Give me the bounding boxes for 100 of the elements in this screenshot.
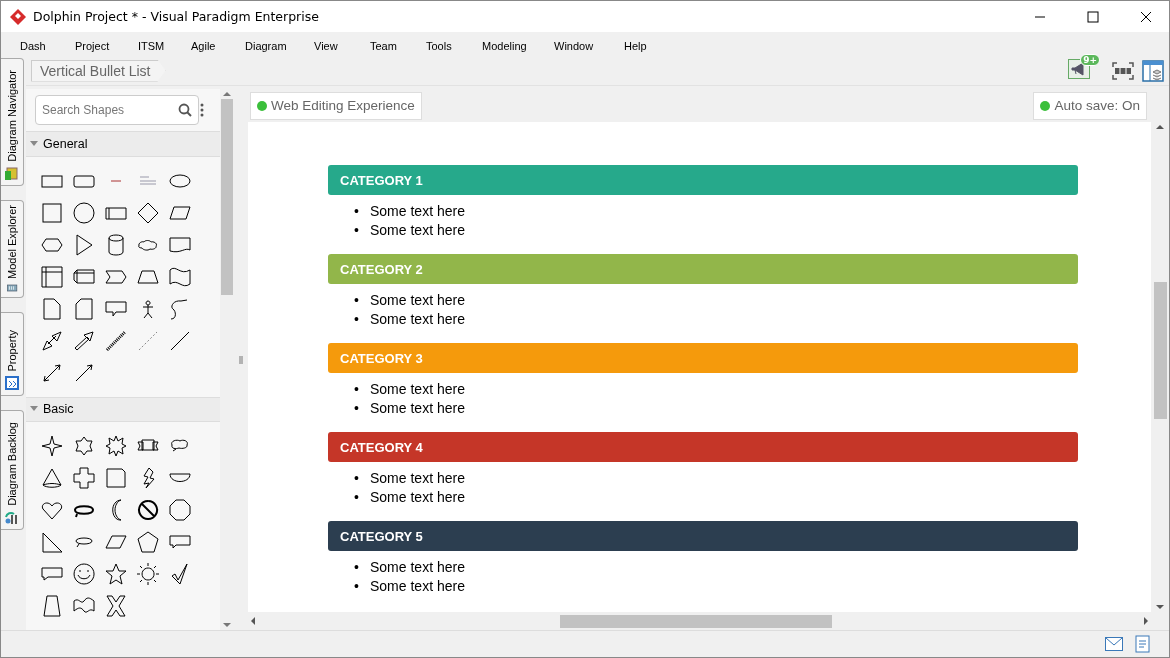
menu-item[interactable]: Project xyxy=(75,39,110,52)
cross-icon xyxy=(72,466,96,490)
scroll-down-icon xyxy=(1156,602,1164,612)
category-header: CATEGORY 1 xyxy=(328,165,1078,195)
backlog-icon xyxy=(4,510,20,525)
bullet-marker: • xyxy=(354,558,360,577)
sun-icon xyxy=(136,562,160,586)
octagon-icon xyxy=(168,498,192,522)
auto-save-label: Auto save: On xyxy=(1054,98,1140,113)
bullet-marker: • xyxy=(354,221,360,240)
bullet-marker: • xyxy=(354,291,360,310)
category-header: CATEGORY 4 xyxy=(328,432,1078,462)
page-icon xyxy=(40,296,64,321)
search-icon xyxy=(178,103,192,117)
bullet-text: Some text here xyxy=(370,380,465,399)
menu-item[interactable]: Window xyxy=(554,39,594,52)
thick-line-icon xyxy=(104,328,128,353)
app-logo-icon xyxy=(10,8,26,25)
smiley-icon xyxy=(72,562,96,586)
section-title: General xyxy=(43,136,88,151)
category-header: CATEGORY 5 xyxy=(328,521,1078,551)
table-icon xyxy=(40,264,64,289)
text-shape-icon xyxy=(111,179,121,182)
section-header[interactable]: Basic xyxy=(26,396,220,422)
scrollbar-thumb[interactable] xyxy=(560,614,832,628)
menu-item[interactable]: Dash xyxy=(20,39,46,52)
layers-panel-icon xyxy=(1142,59,1164,82)
side-tab[interactable]: Diagram Navigator xyxy=(1,58,24,186)
category-header: CATEGORY 2 xyxy=(328,254,1078,284)
menu-item[interactable]: View xyxy=(314,39,338,52)
crescent-icon xyxy=(110,499,122,521)
bullet-text: Some text here xyxy=(370,469,465,488)
menu-item[interactable]: Agile xyxy=(191,39,216,52)
menu-item[interactable]: Help xyxy=(624,39,647,52)
prohibited-icon xyxy=(136,498,160,522)
more-options-icon xyxy=(199,102,205,118)
explorer-icon xyxy=(4,283,20,293)
star-icon xyxy=(104,562,128,586)
menu-item[interactable]: Modeling xyxy=(482,39,527,52)
scrollbar-thumb[interactable] xyxy=(1153,282,1167,419)
navigator-icon xyxy=(4,166,20,181)
menu-item[interactable]: Diagram xyxy=(245,39,287,52)
bullet-marker: • xyxy=(354,202,360,221)
bullet-marker: • xyxy=(354,310,360,329)
envelope-icon xyxy=(1105,637,1123,651)
bullet-marker: • xyxy=(354,380,360,399)
side-tab[interactable]: Property xyxy=(1,312,24,396)
scroll-right-icon xyxy=(1141,617,1151,625)
bullet-text: Some text here xyxy=(370,202,465,221)
side-tab[interactable]: Model Explorer xyxy=(1,200,24,298)
collapse-caret-icon xyxy=(30,406,38,413)
circle-icon xyxy=(72,200,96,225)
hollow-arrow-icon xyxy=(72,328,96,353)
burst-icon xyxy=(104,434,128,458)
scrollbar-thumb[interactable] xyxy=(221,99,233,295)
category-header: CATEGORY 3 xyxy=(328,343,1078,373)
menu-item[interactable]: ITSM xyxy=(138,39,165,52)
web-editing-badge[interactable]: Web Editing Experience xyxy=(250,91,422,120)
square-icon xyxy=(40,200,64,225)
bullet-marker: • xyxy=(354,399,360,418)
bullet-text: Some text here xyxy=(370,488,465,507)
status-dot xyxy=(1040,100,1051,111)
status-dot xyxy=(257,100,267,111)
pentagon-icon xyxy=(136,530,160,554)
bullet-text: Some text here xyxy=(370,558,465,577)
notification-badge: 9+ xyxy=(1080,53,1100,66)
menu-item[interactable]: Team xyxy=(370,39,397,52)
diamond-icon xyxy=(136,200,160,225)
bullet-text: Some text here xyxy=(370,577,465,596)
card-shape-icon xyxy=(72,296,96,321)
property-icon xyxy=(4,376,20,391)
maximize-icon xyxy=(1087,10,1099,23)
double-arrow-icon xyxy=(40,328,64,353)
section-title: Basic xyxy=(43,402,74,417)
scroll-up-icon xyxy=(223,89,231,99)
scroll-up-icon xyxy=(1156,122,1164,132)
note-icon xyxy=(1135,635,1151,653)
bullet-marker: • xyxy=(354,577,360,596)
palette-scrollbar[interactable] xyxy=(220,89,234,630)
section-header[interactable]: General xyxy=(26,131,220,157)
splitter-grip-icon xyxy=(239,355,243,364)
bullet-text: Some text here xyxy=(370,221,465,240)
breadcrumb[interactable]: Vertical Bullet List xyxy=(31,59,166,82)
four-point-star-icon xyxy=(40,434,64,458)
cone-icon xyxy=(40,466,64,490)
right-triangle-icon xyxy=(40,530,64,554)
bullet-text: Some text here xyxy=(370,291,465,310)
web-editing-label: Web Editing Experience xyxy=(271,98,415,113)
auto-save-badge[interactable]: Auto save: On xyxy=(1033,91,1147,120)
window-title: Dolphin Project * - Visual Paradigm Enterprise xyxy=(33,9,320,24)
six-point-star-icon xyxy=(72,434,96,458)
close-icon xyxy=(1140,10,1152,23)
bullet-text: Some text here xyxy=(370,399,465,418)
menu-item[interactable]: Tools xyxy=(426,39,452,52)
fit-screen-icon xyxy=(1112,61,1134,80)
scroll-down-icon xyxy=(223,620,231,630)
bullet-marker: • xyxy=(354,488,360,507)
side-tab[interactable]: Diagram Backlog xyxy=(1,410,24,530)
bullet-text: Some text here xyxy=(370,310,465,329)
search-field[interactable]: Search Shapes xyxy=(35,95,199,125)
